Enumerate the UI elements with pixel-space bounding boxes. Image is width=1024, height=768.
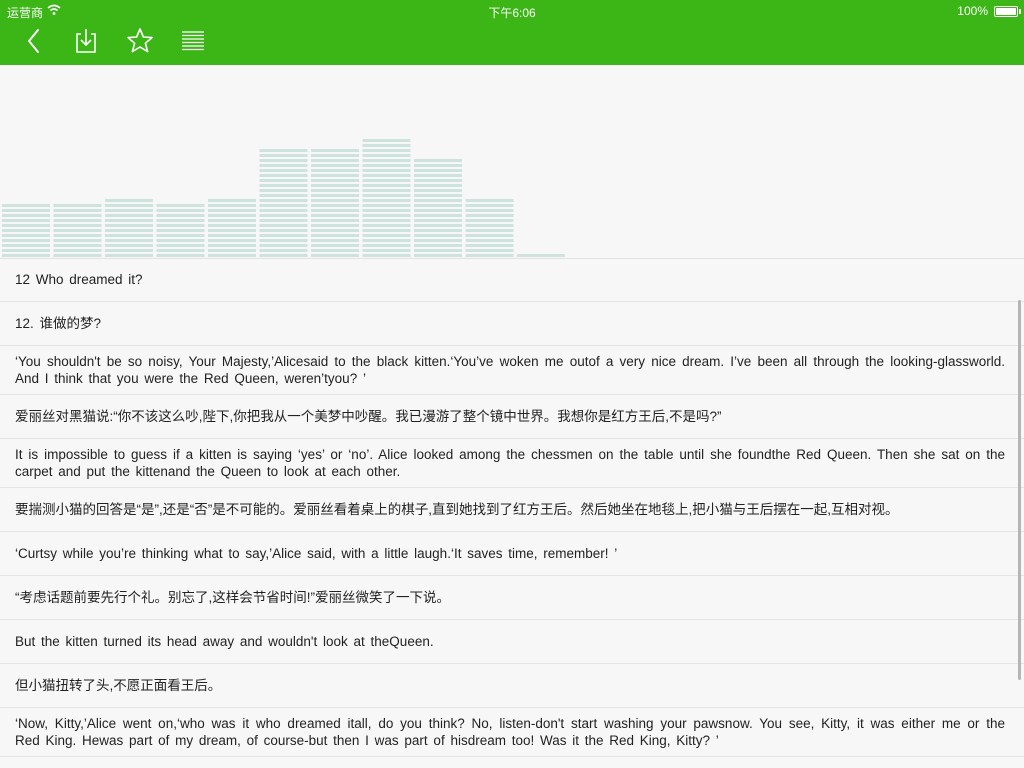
- status-bar: 运营商 下午6:06 100%: [0, 0, 1024, 22]
- text-line-content: 要揣测小猫的回答是“是”,还是“否”是不可能的。爱丽丝看着桌上的棋子,直到她找到…: [15, 502, 899, 517]
- download-button[interactable]: [70, 26, 102, 56]
- text-line-content: ‘Curtsy while you’re thinking what to sa…: [15, 546, 618, 561]
- visualizer-bar: [105, 199, 153, 257]
- text-line-content: 12 Who dreamed it?: [15, 272, 143, 287]
- visualizer-bar: [2, 204, 50, 257]
- top-bar: 运营商 下午6:06 100%: [0, 0, 1024, 65]
- visualizer-bar: [156, 204, 205, 257]
- text-line-content: ‘Now, Kitty,’Alice went on,‘who was it w…: [15, 716, 1005, 748]
- text-line-content: “考虑话题前要先行个礼。别忘了,这样会节省时间!”爱丽丝微笑了一下说。: [15, 590, 450, 605]
- text-line[interactable]: But the kitten turned its head away and …: [0, 620, 1024, 664]
- back-button[interactable]: [18, 26, 50, 56]
- visualizer-bar: [259, 149, 308, 257]
- visualizer-bar: [311, 149, 359, 257]
- text-line[interactable]: 要揣测小猫的回答是“是”,还是“否”是不可能的。爱丽丝看着桌上的棋子,直到她找到…: [0, 488, 1024, 532]
- visualizer-bar: [465, 199, 514, 257]
- clock: 下午6:06: [488, 6, 536, 20]
- menu-button[interactable]: [177, 26, 209, 56]
- text-line-content: But the kitten turned its head away and …: [15, 634, 434, 649]
- visualizer-bar: [414, 159, 462, 257]
- text-line[interactable]: ‘You shouldn't be so noisy, Your Majesty…: [0, 346, 1024, 395]
- text-line[interactable]: 12 Who dreamed it?: [0, 258, 1024, 302]
- text-line[interactable]: 但小猫扭转了头,不愿正面看王后。: [0, 664, 1024, 708]
- download-icon: [76, 29, 96, 53]
- chevron-left-icon: [28, 29, 39, 53]
- scrollbar[interactable]: [1018, 300, 1021, 680]
- text-line[interactable]: It is impossible to guess if a kitten is…: [0, 439, 1024, 488]
- text-line-content: It is impossible to guess if a kitten is…: [15, 447, 1005, 479]
- text-line[interactable]: 12. 谁做的梦?: [0, 302, 1024, 346]
- text-line-content: 但小猫扭转了头,不愿正面看王后。: [15, 678, 222, 693]
- audio-visualizer: [0, 65, 1024, 259]
- visualizer-bar: [53, 204, 102, 257]
- battery-icon: [994, 6, 1021, 17]
- visualizer-bars: [2, 139, 565, 257]
- text-line[interactable]: “考虑话题前要先行个礼。别忘了,这样会节省时间!”爱丽丝微笑了一下说。: [0, 576, 1024, 620]
- battery-percent: 100%: [957, 4, 988, 18]
- text-line[interactable]: ‘Curtsy while you’re thinking what to sa…: [0, 532, 1024, 576]
- text-line-content: ‘You shouldn't be so noisy, Your Majesty…: [15, 354, 1005, 386]
- star-icon: [127, 28, 153, 53]
- visualizer-bar: [208, 199, 256, 257]
- favorite-button[interactable]: [124, 26, 156, 56]
- text-line[interactable]: ‘Now, Kitty,’Alice went on,‘who was it w…: [0, 708, 1024, 757]
- visualizer-bar: [362, 139, 411, 257]
- list-icon: [182, 31, 204, 51]
- text-line-content: 12. 谁做的梦?: [15, 316, 102, 331]
- bilingual-text-list[interactable]: 12 Who dreamed it? 12. 谁做的梦? ‘You shouldn'…: [0, 258, 1024, 757]
- text-line-content: 爱丽丝对黑猫说:“你不该这么吵,陛下,你把我从一个美梦中吵醒。我已漫游了整个镜中…: [15, 409, 722, 424]
- text-line[interactable]: 爱丽丝对黑猫说:“你不该这么吵,陛下,你把我从一个美梦中吵醒。我已漫游了整个镜中…: [0, 395, 1024, 439]
- visualizer-bar: [517, 254, 565, 257]
